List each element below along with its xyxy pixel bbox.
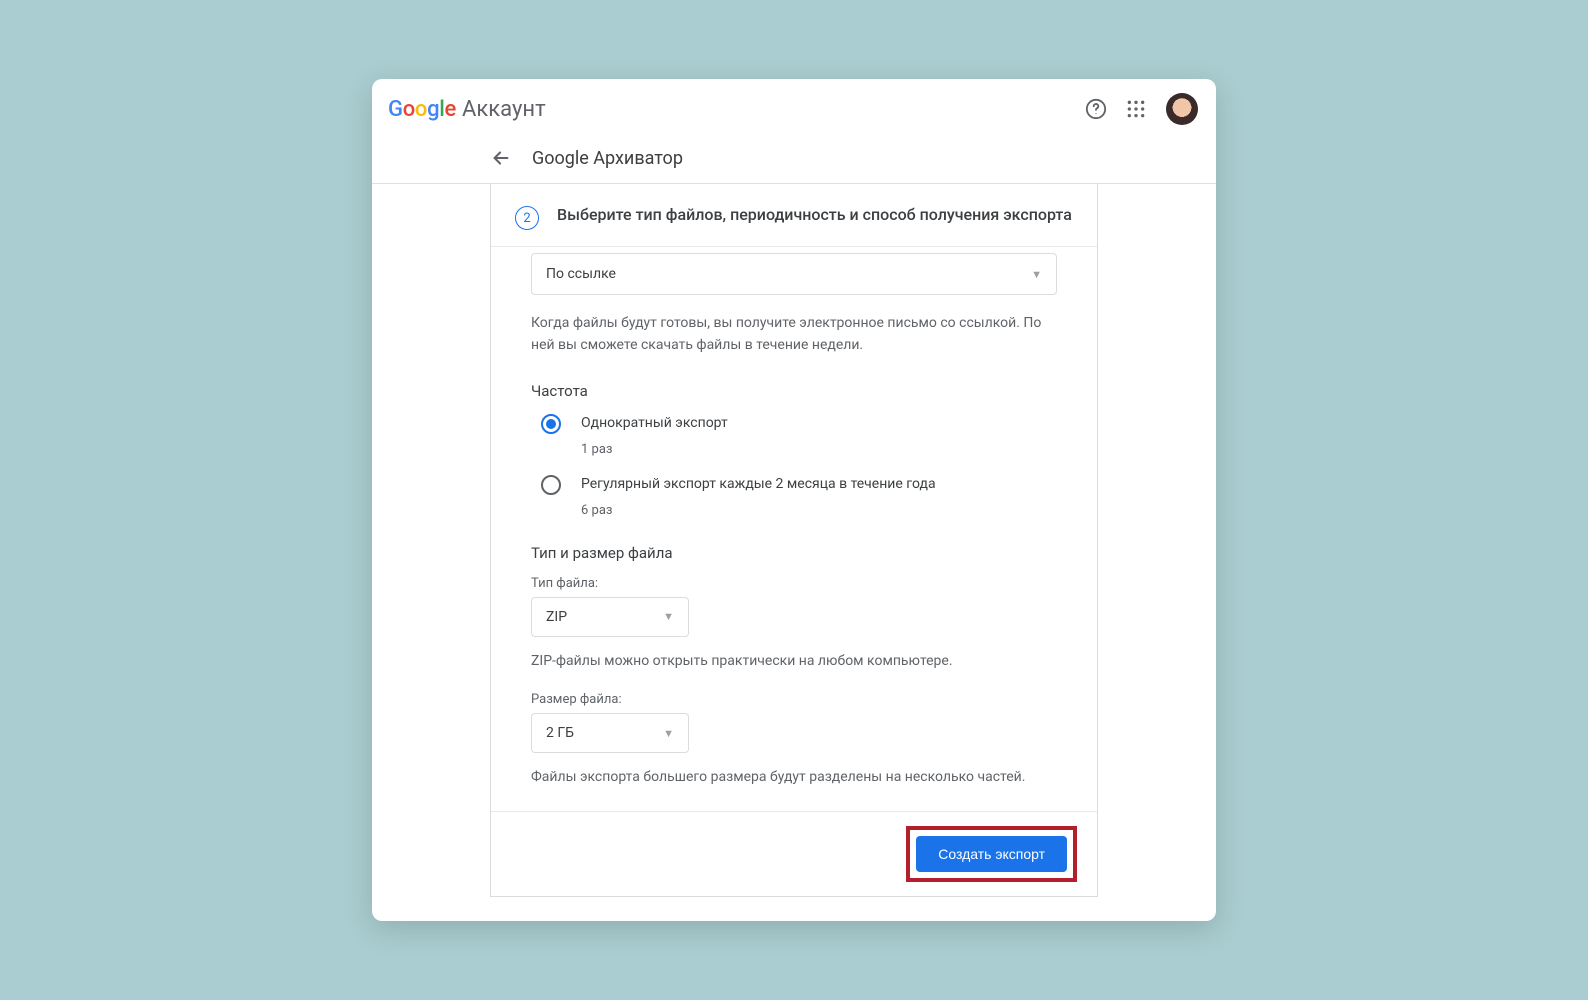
filesize-dropdown[interactable]: 2 ГБ ▼ <box>531 713 689 753</box>
subheader: Google Архиватор <box>372 137 1216 183</box>
step-number: 2 <box>515 206 539 230</box>
filesize-help: Файлы экспорта большего размера будут ра… <box>531 767 1057 789</box>
avatar[interactable] <box>1164 91 1200 127</box>
page-title: Google Архиватор <box>532 148 683 169</box>
brand: Google Аккаунт <box>388 97 546 122</box>
frequency-title: Частота <box>531 382 1057 400</box>
step-header: 2 Выберите тип файлов, периодичность и с… <box>491 184 1097 247</box>
google-logo: Google <box>388 97 456 122</box>
card-content: По ссылке ▼ Когда файлы будут готовы, вы… <box>491 253 1097 789</box>
chevron-down-icon: ▼ <box>663 727 674 740</box>
create-export-button[interactable]: Создать экспорт <box>916 836 1067 872</box>
filetype-section-title: Тип и размер файла <box>531 544 1057 562</box>
delivery-help-text: Когда файлы будут готовы, вы получите эл… <box>531 313 1057 356</box>
export-settings-card: 2 Выберите тип файлов, периодичность и с… <box>490 184 1098 897</box>
frequency-option-recurring[interactable]: Регулярный экспорт каждые 2 месяца в теч… <box>541 475 1057 518</box>
frequency-option-once[interactable]: Однократный экспорт 1 раз <box>541 414 1057 457</box>
apps-grid-icon[interactable] <box>1124 97 1148 121</box>
step-title: Выберите тип файлов, периодичность и спо… <box>557 204 1072 226</box>
radio-icon[interactable] <box>541 414 561 434</box>
chevron-down-icon: ▼ <box>1031 268 1042 281</box>
brand-label: Аккаунт <box>462 97 546 122</box>
highlight-annotation: Создать экспорт <box>906 826 1077 882</box>
filesize-label: Размер файла: <box>531 692 1057 707</box>
top-actions <box>1084 91 1200 127</box>
radio-label: Однократный экспорт <box>581 414 728 434</box>
card-footer: Создать экспорт <box>491 811 1097 896</box>
filetype-help: ZIP-файлы можно открыть практически на л… <box>531 651 1057 673</box>
delivery-method-value: По ссылке <box>546 266 616 282</box>
filetype-label: Тип файла: <box>531 576 1057 591</box>
chevron-down-icon: ▼ <box>663 610 674 623</box>
topbar: Google Аккаунт <box>372 79 1216 137</box>
frequency-radio-group: Однократный экспорт 1 раз Регулярный экс… <box>531 414 1057 517</box>
radio-sublabel: 6 раз <box>581 503 936 518</box>
filetype-value: ZIP <box>546 609 567 625</box>
filetype-dropdown[interactable]: ZIP ▼ <box>531 597 689 637</box>
account-window: Google Аккаунт <box>372 79 1216 921</box>
radio-icon[interactable] <box>541 475 561 495</box>
back-arrow-icon[interactable] <box>490 147 512 169</box>
radio-sublabel: 1 раз <box>581 442 728 457</box>
filesize-value: 2 ГБ <box>546 725 574 741</box>
help-icon[interactable] <box>1084 97 1108 121</box>
radio-label: Регулярный экспорт каждые 2 месяца в теч… <box>581 475 936 495</box>
delivery-method-dropdown[interactable]: По ссылке ▼ <box>531 253 1057 295</box>
